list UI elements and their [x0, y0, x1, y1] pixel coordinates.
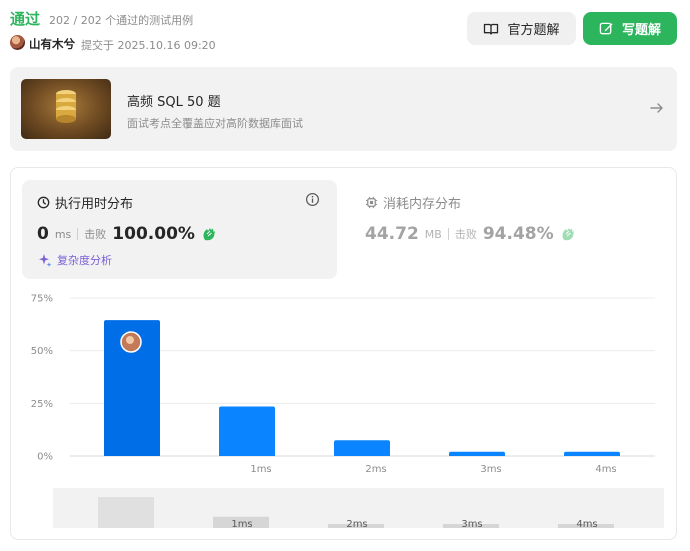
chart-bar[interactable]: [334, 440, 390, 456]
x-tick-label: 2ms: [365, 464, 386, 475]
x-tick-label: 3ms: [480, 464, 501, 475]
navigator-tick-label: 3ms: [461, 519, 482, 530]
navigator-tick-label: 4ms: [576, 519, 597, 530]
x-tick-label: 1ms: [250, 464, 271, 475]
chart-bar[interactable]: [564, 451, 620, 456]
y-tick-label: 50%: [31, 346, 53, 357]
avatar-face: [126, 336, 134, 344]
y-tick-label: 75%: [31, 294, 53, 305]
chart-bar[interactable]: [449, 451, 505, 456]
navigator-tick-label: 1ms: [231, 519, 252, 530]
y-tick-label: 0%: [37, 452, 53, 463]
x-tick-label: 4ms: [595, 464, 616, 475]
chart-bar[interactable]: [219, 406, 275, 456]
y-tick-label: 25%: [31, 399, 53, 410]
navigator-tick-label: 2ms: [346, 519, 367, 530]
navigator-bar: [98, 497, 154, 528]
runtime-distribution-chart[interactable]: 0% 25% 50% 75% 1ms 2ms 3ms 4ms 1ms 2ms 3ms 4ms: [0, 0, 690, 551]
